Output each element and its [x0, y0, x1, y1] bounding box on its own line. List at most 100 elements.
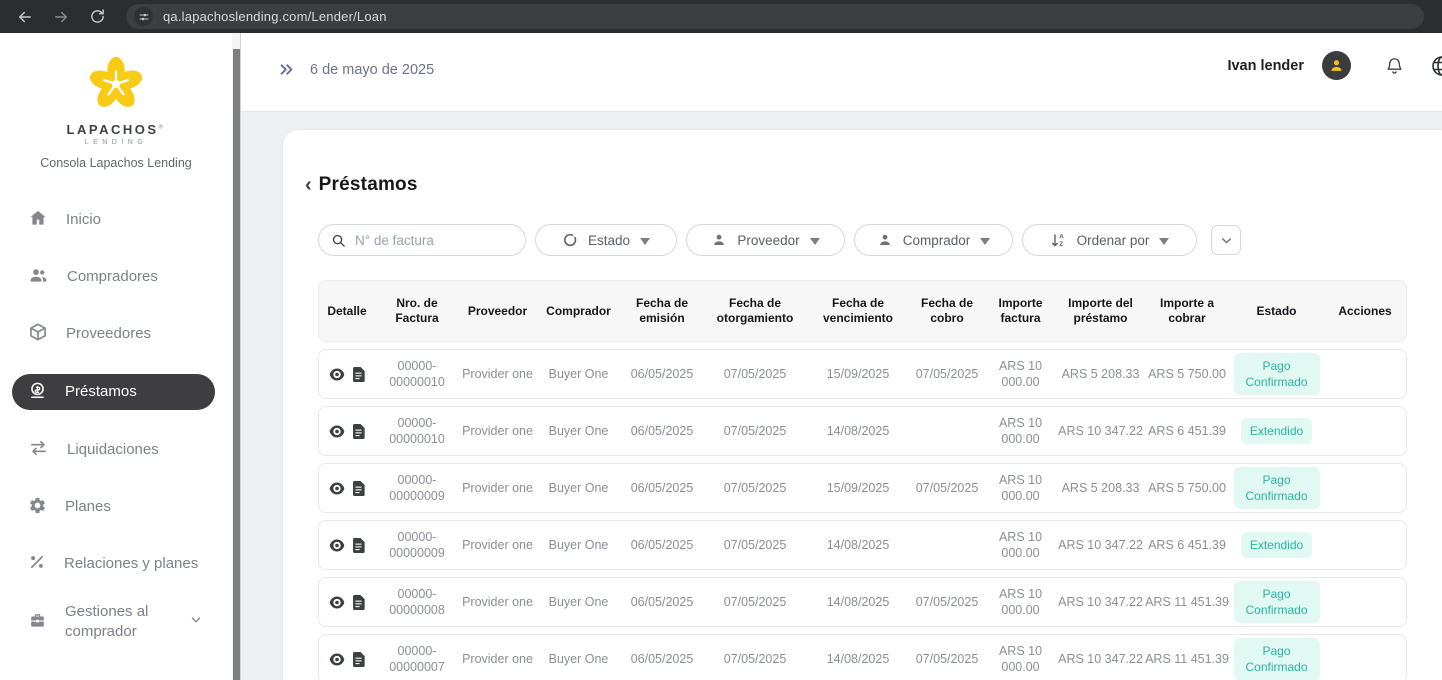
receivable-amount: ARS 5 750.00 [1145, 350, 1229, 398]
sidebar-item-relaciones[interactable]: Relaciones y planes [12, 546, 215, 582]
scrollbar-thumb[interactable] [233, 49, 240, 680]
issue-date: 06/05/2025 [621, 464, 703, 512]
invoice-document-icon[interactable] [352, 481, 365, 496]
loan-amount: ARS 10 347.22 [1056, 635, 1145, 680]
sidebar-item-prestamos[interactable]: Préstamos [12, 374, 215, 410]
status-cell: Extendido [1229, 407, 1324, 455]
actions-cell [1324, 635, 1406, 680]
grant-date: 07/05/2025 [703, 464, 807, 512]
notifications-bell-icon[interactable] [1385, 56, 1404, 76]
collection-date: 07/05/2025 [909, 578, 985, 626]
sidebar-item-gestiones-partial[interactable]: Gestiones al [12, 671, 215, 680]
sidebar: LAPACHOS® LENDING Consola Lapachos Lendi… [0, 33, 232, 680]
sidebar-item-gestiones-comprador[interactable]: Gestiones al comprador [12, 597, 215, 647]
collection-date: 07/05/2025 [909, 464, 985, 512]
more-filters-button[interactable] [1211, 225, 1241, 255]
brand-name: LAPACHOS® [0, 122, 232, 137]
table-row: 00000-00000007 Provider one Buyer One 06… [318, 634, 1407, 680]
view-details-eye-icon[interactable] [329, 596, 345, 609]
package-icon [28, 322, 48, 346]
table-row: 00000-00000008 Provider one Buyer One 06… [318, 577, 1407, 627]
view-details-eye-icon[interactable] [329, 482, 345, 495]
loan-amount: ARS 5 208.33 [1056, 464, 1145, 512]
sidebar-item-label: Proveedores [66, 324, 151, 344]
status-cell: Pago Confirmado [1229, 350, 1324, 398]
detail-cell [319, 350, 375, 398]
person-icon [877, 232, 893, 248]
loans-page-card: ‹ Préstamos Estado Proveedor [283, 130, 1442, 680]
ordenar-por-dropdown[interactable]: AZ Ordenar por [1022, 224, 1197, 256]
view-details-eye-icon[interactable] [329, 653, 345, 666]
console-label: Consola Lapachos Lending [0, 156, 232, 170]
sidebar-item-compradores[interactable]: Compradores [12, 259, 215, 295]
comprador-filter-dropdown[interactable]: Comprador [854, 224, 1013, 256]
invoice-document-icon[interactable] [352, 424, 365, 439]
estado-filter-dropdown[interactable]: Estado [535, 224, 677, 256]
buyer-name: Buyer One [536, 578, 621, 626]
proveedor-filter-label: Proveedor [737, 233, 799, 248]
people-icon [28, 265, 49, 289]
language-globe-icon[interactable] [1430, 54, 1442, 78]
back-chevron-icon[interactable]: ‹ [303, 175, 314, 195]
swap-arrows-icon [28, 438, 49, 462]
grant-date: 07/05/2025 [703, 635, 807, 680]
issue-date: 06/05/2025 [621, 350, 703, 398]
view-details-eye-icon[interactable] [329, 539, 345, 552]
issue-date: 06/05/2025 [621, 521, 703, 569]
invoice-amount: ARS 10 000.00 [985, 464, 1056, 512]
status-cell: Pago Confirmado [1229, 464, 1324, 512]
sidebar-item-inicio[interactable]: Inicio [12, 202, 215, 238]
receivable-amount: ARS 11 451.39 [1145, 635, 1229, 680]
table-row: 00000-00000009 Provider one Buyer One 06… [318, 463, 1407, 513]
browser-back-icon[interactable] [14, 6, 36, 28]
home-icon [28, 208, 48, 232]
sidebar-item-label: Compradores [67, 267, 158, 287]
user-avatar[interactable] [1322, 51, 1351, 80]
sidebar-item-liquidaciones[interactable]: Liquidaciones [12, 432, 215, 468]
due-date: 15/09/2025 [807, 464, 909, 512]
detail-cell [319, 464, 375, 512]
proveedor-filter-dropdown[interactable]: Proveedor [686, 224, 845, 256]
actions-cell [1324, 578, 1406, 626]
receivable-amount: ARS 11 451.39 [1145, 578, 1229, 626]
col-importe-factura: Importe factura [985, 281, 1056, 341]
person-icon [711, 232, 727, 248]
filters-bar: Estado Proveedor Comprador AZ Ordenar po… [318, 224, 1442, 256]
loan-amount: ARS 10 347.22 [1056, 407, 1145, 455]
col-detalle: Detalle [319, 281, 375, 341]
invoice-document-icon[interactable] [352, 367, 365, 382]
buyer-name: Buyer One [536, 350, 621, 398]
invoice-document-icon[interactable] [352, 595, 365, 610]
svg-text:Z: Z [1059, 241, 1063, 248]
view-details-eye-icon[interactable] [329, 425, 345, 438]
col-fecha-emision: Fecha de emisión [621, 281, 703, 341]
site-settings-icon[interactable] [134, 7, 153, 26]
invoice-document-icon[interactable] [352, 538, 365, 553]
status-cell: Pago Confirmado [1229, 635, 1324, 680]
invoice-amount: ARS 10 000.00 [985, 350, 1056, 398]
issue-date: 06/05/2025 [621, 635, 703, 680]
sidebar-item-label: Liquidaciones [67, 440, 159, 460]
browser-forward-icon[interactable] [50, 6, 72, 28]
status-cell: Pago Confirmado [1229, 578, 1324, 626]
detail-cell [319, 407, 375, 455]
loan-amount: ARS 10 347.22 [1056, 521, 1145, 569]
buyer-name: Buyer One [536, 521, 621, 569]
page-title: ‹ Préstamos [303, 174, 1442, 196]
loan-table-body: 00000-00000010 Provider one Buyer One 06… [318, 349, 1407, 680]
search-input[interactable] [355, 233, 513, 248]
sidebar-item-planes[interactable]: Planes [12, 489, 215, 525]
sidebar-expand-icon[interactable] [277, 61, 296, 78]
browser-reload-icon[interactable] [86, 6, 108, 28]
sidebar-item-proveedores[interactable]: Proveedores [12, 316, 215, 352]
sidebar-scrollbar[interactable] [232, 33, 241, 680]
browser-toolbar: qa.lapachoslending.com/Lender/Loan [0, 0, 1442, 33]
invoice-document-icon[interactable] [352, 652, 365, 667]
user-name[interactable]: Ivan lender [1227, 58, 1304, 74]
view-details-eye-icon[interactable] [329, 368, 345, 381]
brand-logo: LAPACHOS® LENDING Consola Lapachos Lendi… [0, 33, 232, 170]
caret-down-icon [640, 233, 650, 248]
invoice-search-field[interactable] [318, 224, 526, 256]
invoice-number: 00000-00000010 [375, 407, 459, 455]
browser-address-bar[interactable]: qa.lapachoslending.com/Lender/Loan [126, 4, 1424, 29]
